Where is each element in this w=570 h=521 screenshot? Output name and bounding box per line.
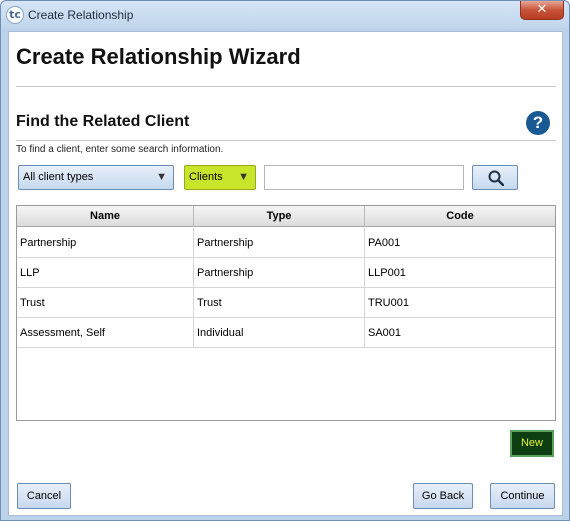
cell-name: Partnership — [17, 228, 194, 258]
client-filter-value: Clients — [189, 171, 223, 183]
table-row[interactable]: LLP Partnership LLP001 — [17, 258, 555, 288]
section-title: Find the Related Client — [16, 113, 190, 130]
column-header-name[interactable]: Name — [17, 206, 194, 227]
cell-code: LLP001 — [368, 267, 406, 279]
dropdown-arrow-icon: ▼ — [238, 171, 249, 183]
dialog-window: tc Create Relationship ✕ Create Relation… — [0, 0, 570, 521]
table-header: Name Type Code — [17, 206, 555, 227]
cell-code: TRU001 — [368, 297, 409, 309]
table-row[interactable]: Trust Trust TRU001 — [17, 288, 555, 318]
column-header-type[interactable]: Type — [194, 206, 365, 227]
cell-code: SA001 — [368, 327, 402, 339]
close-icon: ✕ — [536, 2, 548, 17]
cell-name: LLP — [17, 258, 194, 288]
section-divider — [16, 140, 556, 141]
title-bar[interactable]: tc Create Relationship ✕ — [1, 1, 569, 29]
client-type-select[interactable]: All client types ▼ — [18, 165, 174, 190]
cell-type: Partnership — [194, 228, 365, 258]
new-client-button[interactable]: New — [510, 430, 554, 457]
cell-type: Partnership — [194, 258, 365, 288]
cell-type: Trust — [194, 288, 365, 318]
wizard-title: Create Relationship Wizard — [16, 44, 301, 69]
cell-name: Assessment, Self — [17, 318, 194, 348]
dropdown-arrow-icon: ▼ — [156, 171, 167, 183]
cell-code: PA001 — [368, 237, 401, 249]
search-icon — [488, 170, 504, 186]
title-divider — [16, 86, 556, 87]
search-button[interactable] — [472, 165, 518, 190]
app-logo-icon: tc — [6, 6, 24, 24]
cell-type: Individual — [194, 318, 365, 348]
column-header-code[interactable]: Code — [365, 206, 555, 227]
close-button[interactable]: ✕ — [520, 1, 564, 20]
continue-button[interactable]: Continue — [490, 483, 555, 509]
table-row[interactable]: Assessment, Self Individual SA001 — [17, 318, 555, 348]
search-input[interactable] — [264, 165, 464, 190]
client-type-value: All client types — [23, 171, 94, 183]
cancel-button[interactable]: Cancel — [17, 483, 71, 509]
client-filter-select[interactable]: Clients ▼ — [184, 165, 256, 190]
table-row[interactable]: Partnership Partnership PA001 — [17, 228, 555, 258]
go-back-button[interactable]: Go Back — [413, 483, 473, 509]
results-table: Name Type Code Partnership Partnership P… — [16, 205, 556, 421]
search-instruction: To find a client, enter some search info… — [16, 144, 224, 155]
cell-name: Trust — [17, 288, 194, 318]
dialog-content: Create Relationship Wizard Find the Rela… — [8, 31, 563, 516]
help-icon[interactable]: ? — [526, 111, 550, 135]
window-title: Create Relationship — [28, 8, 134, 22]
